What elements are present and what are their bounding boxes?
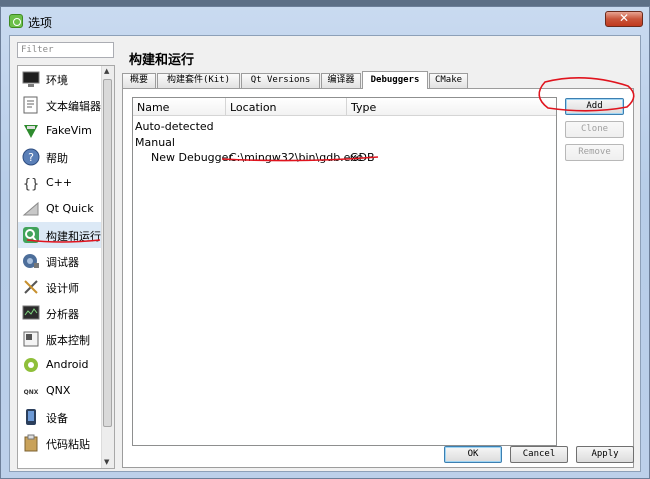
debugger-icon	[22, 252, 40, 270]
debuggers-table[interactable]: Name Location Type Auto-detected Manual …	[132, 97, 557, 446]
analyzer-icon	[22, 304, 40, 322]
sidebar-item-label: 构建和运行	[46, 230, 101, 243]
sidebar-item-environment[interactable]: 环境	[18, 66, 102, 92]
close-button[interactable]: ✕	[605, 11, 643, 27]
qnx-icon: QNX	[22, 382, 40, 400]
sidebar-item-label: 版本控制	[46, 334, 90, 347]
sidebar-item-designer[interactable]: 设计师	[18, 274, 102, 300]
qt-quick-icon	[22, 200, 40, 218]
cpp-braces-icon: {}	[22, 174, 40, 192]
sidebar-item-analyzer[interactable]: 分析器	[18, 300, 102, 326]
fakevim-icon	[22, 122, 40, 140]
window-title: 选项	[28, 16, 53, 30]
filter-input[interactable]: Filter	[17, 42, 114, 58]
group-row-manual[interactable]: Manual	[135, 136, 175, 149]
debuggers-page: Name Location Type Auto-detected Manual …	[122, 88, 634, 468]
debugger-location-cell[interactable]: C:\mingw32\bin\gdb.exe	[229, 151, 363, 164]
page-title: 构建和运行	[129, 53, 195, 68]
sidebar-item-label: 设计师	[46, 282, 79, 295]
sidebar-item-label: Qt Quick	[46, 202, 94, 215]
apply-button[interactable]: Apply	[576, 446, 634, 463]
sidebar-item-label: Android	[46, 358, 89, 371]
cancel-button[interactable]: Cancel	[510, 446, 568, 463]
remove-button[interactable]: Remove	[565, 144, 624, 161]
tab-compilers[interactable]: 编译器	[321, 73, 361, 88]
tab-qt-versions[interactable]: Qt Versions	[241, 73, 320, 88]
column-header-type[interactable]: Type	[347, 98, 556, 116]
dialog-body: Filter 环境 文本编辑器 FakeVim ? 帮助 {} C++ Qt Q…	[9, 35, 641, 472]
build-run-icon	[22, 226, 40, 244]
column-header-name[interactable]: Name	[133, 98, 226, 116]
sidebar-item-label: 环境	[46, 74, 68, 87]
designer-icon	[22, 278, 40, 296]
sidebar-item-label: 设备	[46, 412, 68, 425]
sidebar-item-text-editor[interactable]: 文本编辑器	[18, 92, 102, 118]
sidebar-item-devices[interactable]: 设备	[18, 404, 102, 430]
version-control-icon	[22, 330, 40, 348]
sidebar-item-label: C++	[46, 176, 73, 189]
text-editor-icon	[22, 96, 40, 114]
svg-text:{}: {}	[23, 177, 40, 192]
add-button[interactable]: Add	[565, 98, 624, 115]
title-bar[interactable]: 选项 ✕	[1, 7, 649, 35]
android-icon	[22, 356, 40, 374]
sidebar-item-code-paste[interactable]: 代码粘贴	[18, 430, 102, 456]
sidebar-scrollbar[interactable]: ▲ ▼	[101, 66, 114, 468]
sidebar-item-build-run[interactable]: 构建和运行	[18, 222, 102, 248]
device-icon	[22, 408, 40, 426]
svg-text:QNX: QNX	[24, 389, 39, 396]
ok-button[interactable]: OK	[444, 446, 502, 463]
sidebar-item-android[interactable]: Android	[18, 352, 102, 378]
sidebar-item-qt-quick[interactable]: Qt Quick	[18, 196, 102, 222]
sidebar-item-label: QNX	[46, 384, 71, 397]
svg-text:?: ?	[28, 151, 34, 164]
sidebar-item-label: 帮助	[46, 152, 68, 165]
qt-creator-app-icon	[9, 14, 23, 28]
sidebar-item-label: 调试器	[46, 256, 79, 269]
scroll-up-arrow-icon[interactable]: ▲	[104, 67, 109, 75]
column-header-location[interactable]: Location	[226, 98, 347, 116]
sidebar-item-debugger[interactable]: 调试器	[18, 248, 102, 274]
debugger-name-cell[interactable]: New Debugger	[151, 151, 233, 164]
category-sidebar: 环境 文本编辑器 FakeVim ? 帮助 {} C++ Qt Quick 构建…	[17, 65, 115, 469]
sidebar-item-label: FakeVim	[46, 124, 92, 137]
close-icon: ✕	[618, 11, 630, 25]
code-paste-icon	[22, 434, 40, 452]
sidebar-item-fakevim[interactable]: FakeVim	[18, 118, 102, 144]
help-icon: ?	[22, 148, 40, 166]
debugger-type-cell[interactable]: GDB	[350, 151, 375, 164]
monitor-icon	[22, 70, 40, 88]
sidebar-item-qnx[interactable]: QNX QNX	[18, 378, 102, 404]
tab-debuggers[interactable]: Debuggers	[362, 71, 428, 89]
scroll-down-arrow-icon[interactable]: ▼	[104, 458, 109, 466]
sidebar-item-version-control[interactable]: 版本控制	[18, 326, 102, 352]
sidebar-item-help[interactable]: ? 帮助	[18, 144, 102, 170]
tab-kits[interactable]: 构建套件(Kit)	[157, 73, 240, 88]
tab-cmake[interactable]: CMake	[429, 73, 468, 88]
scrollbar-thumb[interactable]	[103, 79, 112, 427]
tab-overview[interactable]: 概要	[122, 73, 156, 88]
sidebar-item-label: 分析器	[46, 308, 79, 321]
group-row-auto-detected[interactable]: Auto-detected	[135, 120, 214, 133]
sidebar-item-label: 文本编辑器	[46, 100, 101, 113]
options-dialog: 选项 ✕ Filter 环境 文本编辑器 FakeVim ? 帮助 {} C++…	[0, 6, 650, 479]
sidebar-item-label: 代码粘贴	[46, 438, 90, 451]
clone-button[interactable]: Clone	[565, 121, 624, 138]
sidebar-item-cpp[interactable]: {} C++	[18, 170, 102, 196]
